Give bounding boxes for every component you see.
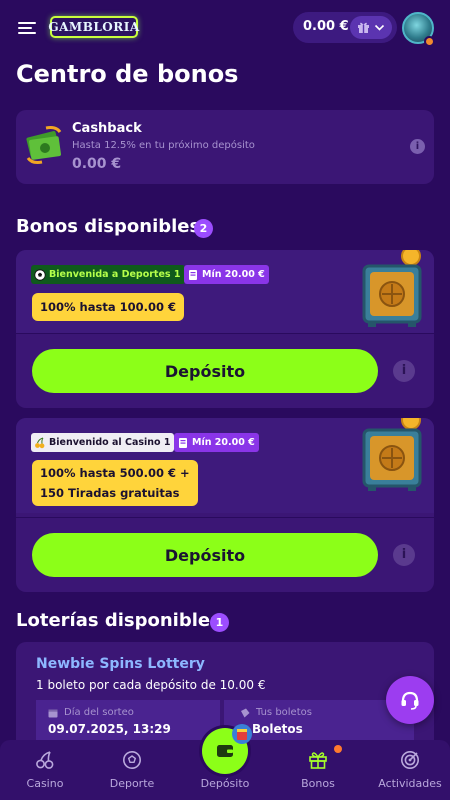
notification-dot (334, 745, 342, 753)
avatar-level-badge (424, 36, 435, 47)
hamburger-menu-icon[interactable] (18, 20, 38, 36)
cherry-icon (36, 751, 54, 769)
cashback-title: Cashback (72, 121, 142, 136)
bonus-type-label: Bienvenida a Deportes 1 (49, 269, 181, 280)
balance-amount: 0.00 € (303, 19, 349, 34)
soccer-ball-icon (123, 751, 141, 769)
nav-label: Depósito (200, 777, 250, 790)
bonus-type-label: Bienvenido al Casino 1 (49, 437, 171, 448)
lottery-count-badge: 1 (210, 613, 229, 632)
safe-vault-icon (362, 250, 422, 327)
gift-icon (358, 22, 369, 33)
bonus-type-tag: Bienvenido al Casino 1 (31, 433, 175, 452)
brand-logo[interactable]: GAMBLORIA (48, 16, 139, 38)
cashback-money-icon (26, 126, 62, 164)
bonus-offer-text: 100% hasta 100.00 € (40, 300, 176, 314)
min-deposit-label: Mín 20.00 € (202, 269, 265, 280)
card-divider (16, 333, 434, 334)
bonus-offer: 100% hasta 100.00 € (32, 293, 184, 321)
cashback-amount: 0.00 € (72, 156, 122, 172)
balance-widget[interactable]: 0.00 € (293, 12, 397, 43)
headset-icon (401, 691, 419, 710)
nav-item-casino[interactable]: Casino (0, 740, 90, 800)
nav-label: Casino (26, 777, 64, 790)
deposit-icon (189, 269, 197, 280)
nav-label: Actividades (378, 777, 442, 790)
deposit-button[interactable]: Depósito (32, 533, 378, 577)
section-title-lotteries: Loterías disponibles (16, 610, 221, 631)
bonus-card-sports: Bienvenida a Deportes 1 Mín 20.00 € 100%… (16, 250, 434, 408)
lottery-description: 1 boleto por cada depósito de 10.00 € (36, 678, 266, 692)
calendar-icon (48, 709, 58, 718)
section-title-bonuses: Bonos disponibles (16, 216, 201, 237)
min-deposit-label: Mín 20.00 € (192, 437, 255, 448)
bonus-offer-text-line1: 100% hasta 500.00 € + (40, 466, 190, 480)
min-deposit-tag: Mín 20.00 € (184, 265, 269, 284)
deposit-icon (179, 437, 187, 448)
nav-item-bonuses[interactable]: Bonos (273, 740, 363, 800)
nav-item-sports[interactable]: Deporte (87, 740, 177, 800)
bonus-type-tag: Bienvenida a Deportes 1 (31, 265, 185, 284)
target-icon (401, 751, 419, 769)
info-icon[interactable]: i (393, 544, 415, 566)
top-bar: GAMBLORIA 0.00 € (0, 0, 450, 56)
bonus-offer-text-line2: 150 Tiradas gratuitas (40, 486, 180, 500)
cashback-subtitle: Hasta 12.5% en tu próximo depósito (72, 140, 255, 151)
nav-item-activities[interactable]: Actividades (365, 740, 450, 800)
tickets-label: Tus boletos (256, 707, 312, 718)
nav-label: Bonos (301, 777, 335, 790)
nav-label: Deporte (109, 777, 155, 790)
cashback-card[interactable]: Cashback Hasta 12.5% en tu próximo depós… (16, 110, 434, 184)
safe-vault-icon (362, 418, 422, 491)
cherry-icon (35, 437, 45, 448)
draw-date-value: 09.07.2025, 13:29 (48, 722, 171, 736)
bonus-dropdown-button[interactable] (350, 16, 392, 39)
support-chat-button[interactable] (386, 676, 434, 724)
lottery-name: Newbie Spins Lottery (36, 656, 205, 672)
info-icon[interactable]: i (393, 360, 415, 382)
promo-box-icon (232, 724, 252, 744)
info-icon[interactable]: i (410, 139, 425, 154)
card-divider (16, 517, 434, 518)
bonus-offer: 100% hasta 500.00 € + 150 Tiradas gratui… (32, 460, 198, 506)
draw-date-label: Día del sorteo (64, 707, 134, 718)
ticket-icon (241, 708, 250, 718)
page-title: Centro de bonos (16, 60, 239, 88)
min-deposit-tag: Mín 20.00 € (174, 433, 259, 452)
chevron-down-icon (374, 24, 385, 31)
soccer-ball-icon (34, 268, 46, 281)
bonus-count-badge: 2 (194, 219, 213, 238)
gift-icon (309, 752, 327, 769)
deposit-button[interactable]: Depósito (32, 349, 378, 393)
bonus-card-casino: Bienvenido al Casino 1 Mín 20.00 € 100% … (16, 418, 434, 592)
tickets-value: Boletos (252, 722, 303, 736)
